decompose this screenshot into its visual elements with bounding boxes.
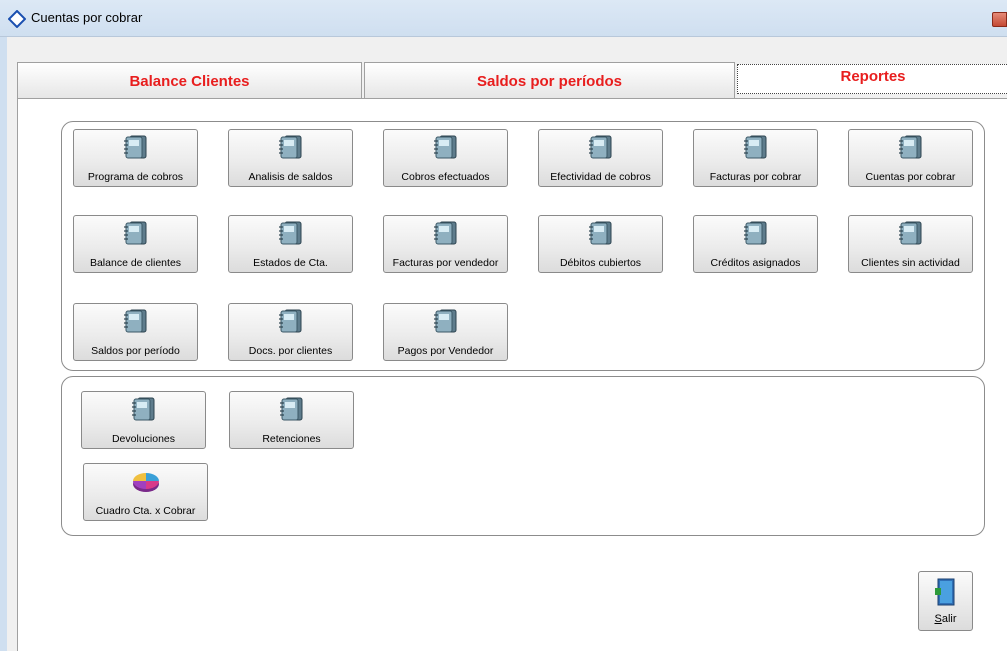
report-button-label: Cobros efectuados — [401, 171, 490, 183]
report-button-label: Devoluciones — [111, 433, 176, 445]
report-button[interactable]: Cuentas por cobrar — [848, 129, 973, 187]
title-bar: Cuentas por cobrar — [0, 0, 1007, 37]
report-button-label: Clientes sin actividad — [861, 257, 960, 269]
app-diamond-icon — [8, 10, 26, 28]
binder-report-icon — [897, 134, 925, 160]
report-button-label: Estados de Cta. — [253, 257, 328, 269]
report-button[interactable]: Devoluciones — [81, 391, 206, 449]
binder-report-icon — [587, 220, 615, 246]
report-button-label: Balance de clientes — [89, 257, 182, 269]
binder-report-icon — [897, 220, 925, 246]
report-button-label: Efectividad de cobros — [550, 171, 651, 183]
report-button-label: Cuentas por cobrar — [865, 171, 956, 183]
report-button[interactable]: Clientes sin actividad — [848, 215, 973, 273]
reports-group — [61, 121, 985, 371]
report-button-label: Programa de cobros — [87, 171, 184, 183]
binder-report-icon — [432, 220, 460, 246]
binder-report-icon — [278, 396, 306, 422]
door-exit-icon — [935, 578, 955, 606]
report-button[interactable]: Pagos por Vendedor — [383, 303, 508, 361]
binder-report-icon — [432, 308, 460, 334]
binder-report-icon — [742, 220, 770, 246]
tab-saldos-por-periodos[interactable]: Saldos por períodos — [364, 62, 735, 98]
report-button-label: Facturas por cobrar — [709, 171, 802, 183]
report-button-label: Saldos por período — [91, 345, 180, 357]
report-button[interactable]: Facturas por vendedor — [383, 215, 508, 273]
report-button-label: Facturas por vendedor — [392, 257, 499, 269]
report-button-label: Analisis de saldos — [248, 171, 333, 183]
binder-report-icon — [277, 308, 305, 334]
report-button[interactable]: Facturas por cobrar — [693, 129, 818, 187]
tab-balance-clientes[interactable]: Balance Clientes — [17, 62, 362, 98]
binder-report-icon — [742, 134, 770, 160]
binder-report-icon — [122, 220, 150, 246]
report-button[interactable]: Estados de Cta. — [228, 215, 353, 273]
report-button-label: Retenciones — [262, 433, 321, 445]
report-button[interactable]: Retenciones — [229, 391, 354, 449]
report-button[interactable]: Créditos asignados — [693, 215, 818, 273]
exit-button[interactable]: Salir — [918, 571, 973, 631]
report-button[interactable]: Balance de clientes — [73, 215, 198, 273]
window-left-edge — [0, 37, 7, 651]
binder-report-icon — [130, 396, 158, 422]
report-button[interactable]: Cuadro Cta. x Cobrar — [83, 463, 208, 521]
close-button[interactable] — [992, 12, 1007, 27]
binder-report-icon — [277, 220, 305, 246]
report-button-label: Docs. por clientes — [248, 345, 333, 357]
report-button-label: Cuadro Cta. x Cobrar — [95, 505, 196, 517]
window-title: Cuentas por cobrar — [31, 10, 143, 25]
report-button[interactable]: Saldos por período — [73, 303, 198, 361]
report-button-label: Créditos asignados — [710, 257, 801, 269]
report-button[interactable]: Programa de cobros — [73, 129, 198, 187]
report-button[interactable]: Analisis de saldos — [228, 129, 353, 187]
exit-label: Salir — [934, 613, 957, 625]
binder-report-icon — [587, 134, 615, 160]
tab-reportes[interactable]: Reportes — [737, 64, 1007, 94]
binder-report-icon — [122, 308, 150, 334]
report-button-label: Pagos por Vendedor — [397, 345, 494, 357]
binder-report-icon — [277, 134, 305, 160]
binder-report-icon — [432, 134, 460, 160]
report-button[interactable]: Cobros efectuados — [383, 129, 508, 187]
binder-report-icon — [122, 134, 150, 160]
report-button[interactable]: Docs. por clientes — [228, 303, 353, 361]
report-button-label: Débitos cubiertos — [559, 257, 642, 269]
report-button[interactable]: Efectividad de cobros — [538, 129, 663, 187]
pie-chart-icon — [130, 468, 162, 494]
report-button[interactable]: Débitos cubiertos — [538, 215, 663, 273]
